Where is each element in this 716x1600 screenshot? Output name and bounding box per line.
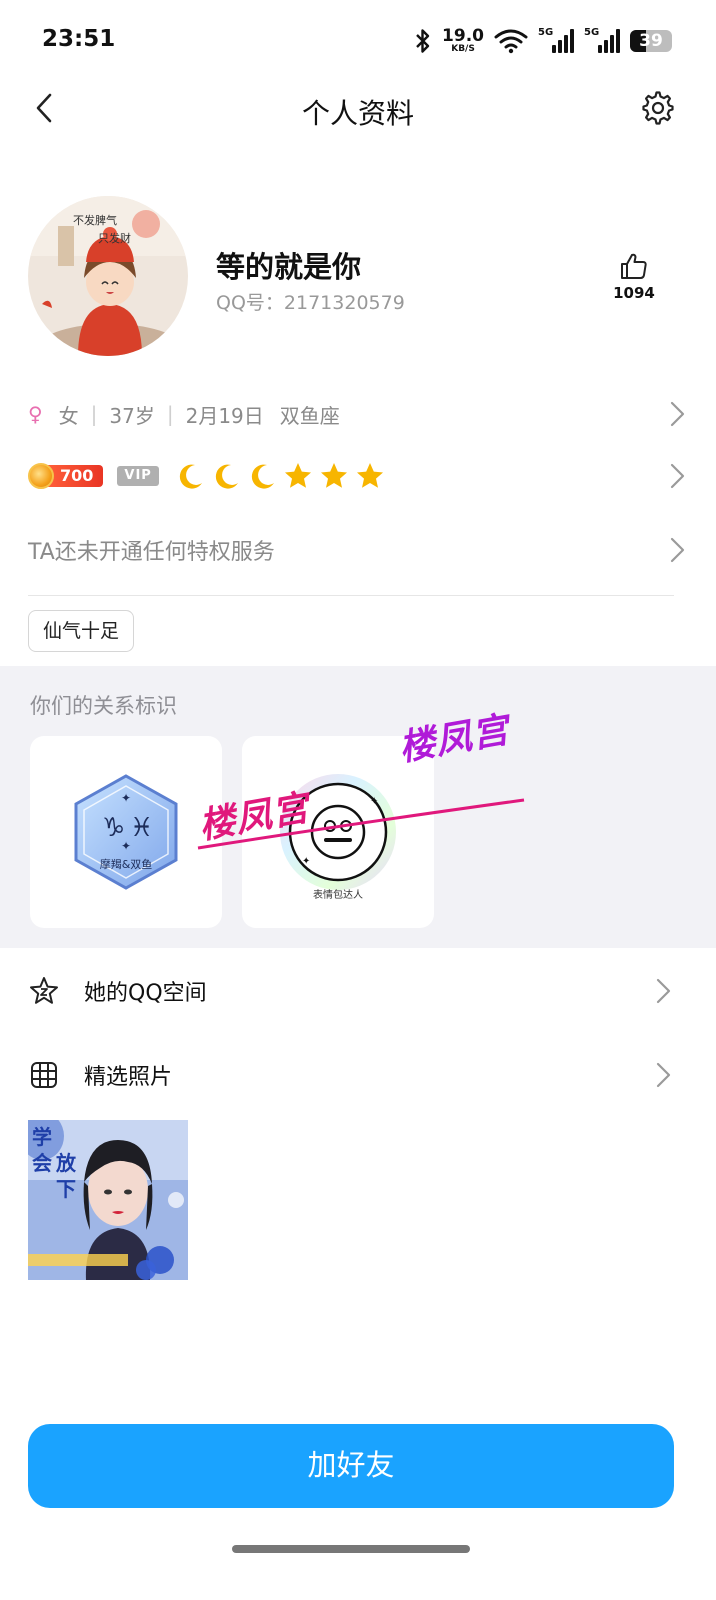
status-time: 23:51 <box>42 26 116 52</box>
qzone-label: 她的QQ空间 <box>84 981 207 1006</box>
qzone-row[interactable]: 她的QQ空间 <box>28 966 674 1016</box>
like-button[interactable]: 1094 <box>606 250 662 302</box>
vip-badge: VIP <box>117 466 159 486</box>
gender-text: 女 <box>58 403 79 428</box>
add-friend-button[interactable]: 加好友 <box>28 1424 674 1508</box>
birthday-text: 2月19日 <box>185 403 264 428</box>
avatar-image: 不发脾气 只发财 <box>28 196 188 356</box>
nav-bar: 个人资料 <box>0 84 716 134</box>
like-count: 1094 <box>613 284 655 302</box>
privilege-text: TA还未开通任何特权服务 <box>28 540 275 565</box>
divider: | <box>166 402 174 426</box>
signal-sim2-icon: 5G <box>584 27 620 53</box>
photos-row[interactable]: 精选照片 <box>28 1050 674 1100</box>
moon-icon <box>251 464 274 489</box>
emoji-badge-label: 表情包达人 <box>313 888 363 901</box>
battery-icon: 39 <box>630 30 672 52</box>
nickname: 等的就是你 <box>216 250 362 284</box>
zodiac-text: 双鱼座 <box>279 403 340 428</box>
photo-text-1: 学 <box>32 1125 52 1149</box>
coin-level-value: 700 <box>46 465 104 487</box>
chevron-right-icon <box>670 401 685 427</box>
avatar-caption-1: 不发脾气 <box>73 213 117 227</box>
bluetooth-icon <box>416 29 430 53</box>
divider: | <box>90 402 98 426</box>
star-icon <box>320 463 347 488</box>
coin-level-badge: 700 <box>28 463 104 489</box>
chevron-right-icon <box>670 463 685 489</box>
coin-icon <box>28 463 54 489</box>
avatar-caption-2: 只发财 <box>98 231 131 245</box>
signal-sim1-label: 5G <box>538 27 554 38</box>
star-icon <box>356 463 383 488</box>
section-divider <box>28 595 674 596</box>
status-bar: 23:51 19.0 KB/S 5G 5G 39 <box>0 0 716 84</box>
chevron-right-icon <box>656 978 671 1004</box>
photo-grid-icon <box>31 1062 57 1088</box>
age-text: 37岁 <box>109 403 155 428</box>
star-icon <box>284 463 311 488</box>
page-title: 个人资料 <box>301 97 414 130</box>
status-icons: 19.0 KB/S 5G 5G 39 <box>414 24 672 58</box>
thumbs-up-icon <box>621 253 647 279</box>
photo-text-4: 下 <box>56 1177 76 1201</box>
featured-photo[interactable]: 学 会 放 下 <box>28 1120 188 1280</box>
privilege-row[interactable]: TA还未开通任何特权服务 <box>28 530 688 570</box>
svg-text:✦: ✦ <box>302 856 310 867</box>
svg-text:✦: ✦ <box>121 791 131 805</box>
moon-icon <box>179 464 202 489</box>
photo-text-2: 会 <box>32 1151 52 1175</box>
relation-section: 你们的关系标识 ♑ ♓ ✦ ✦ 摩羯&双鱼 ✦ ✦ 表情包达人 楼凤宫 楼凤宫 <box>0 666 716 948</box>
svg-text:♓: ♓ <box>130 813 153 843</box>
relation-title: 你们的关系标识 <box>30 694 177 718</box>
network-speed-unit: KB/S <box>451 44 475 54</box>
signal-sim2-label: 5G <box>584 27 600 38</box>
zodiac-badge-label: 摩羯&双鱼 <box>100 857 153 871</box>
avatar[interactable]: 不发脾气 只发财 <box>28 196 188 356</box>
settings-gear-icon[interactable] <box>640 90 676 126</box>
female-icon: ♀ <box>28 402 43 426</box>
network-speed-value: 19.0 <box>442 26 484 46</box>
wifi-icon <box>494 29 528 54</box>
photo-text-3: 放 <box>55 1151 77 1175</box>
network-speed: 19.0 KB/S <box>442 28 484 54</box>
profile-tag[interactable]: 仙气十足 <box>28 610 135 652</box>
qzone-star-icon <box>30 977 58 1004</box>
level-icons <box>175 461 385 491</box>
moon-icon <box>215 464 238 489</box>
signal-sim1-icon: 5G <box>538 27 574 53</box>
basic-info-row[interactable]: ♀ 女 | 37岁 | 2月19日 双鱼座 <box>28 394 688 434</box>
svg-text:✦: ✦ <box>121 839 131 853</box>
chevron-right-icon <box>656 1062 671 1088</box>
battery-level: 39 <box>639 31 663 51</box>
featured-photo-image: 学 会 放 下 <box>28 1120 188 1280</box>
home-indicator[interactable] <box>232 1545 470 1553</box>
qq-number: QQ号：2171320579 <box>216 292 405 314</box>
chevron-right-icon <box>670 537 685 563</box>
watermark-text: 楼凤宫 <box>395 709 513 770</box>
level-row[interactable]: 700 VIP <box>28 456 688 496</box>
photos-label: 精选照片 <box>84 1065 173 1090</box>
